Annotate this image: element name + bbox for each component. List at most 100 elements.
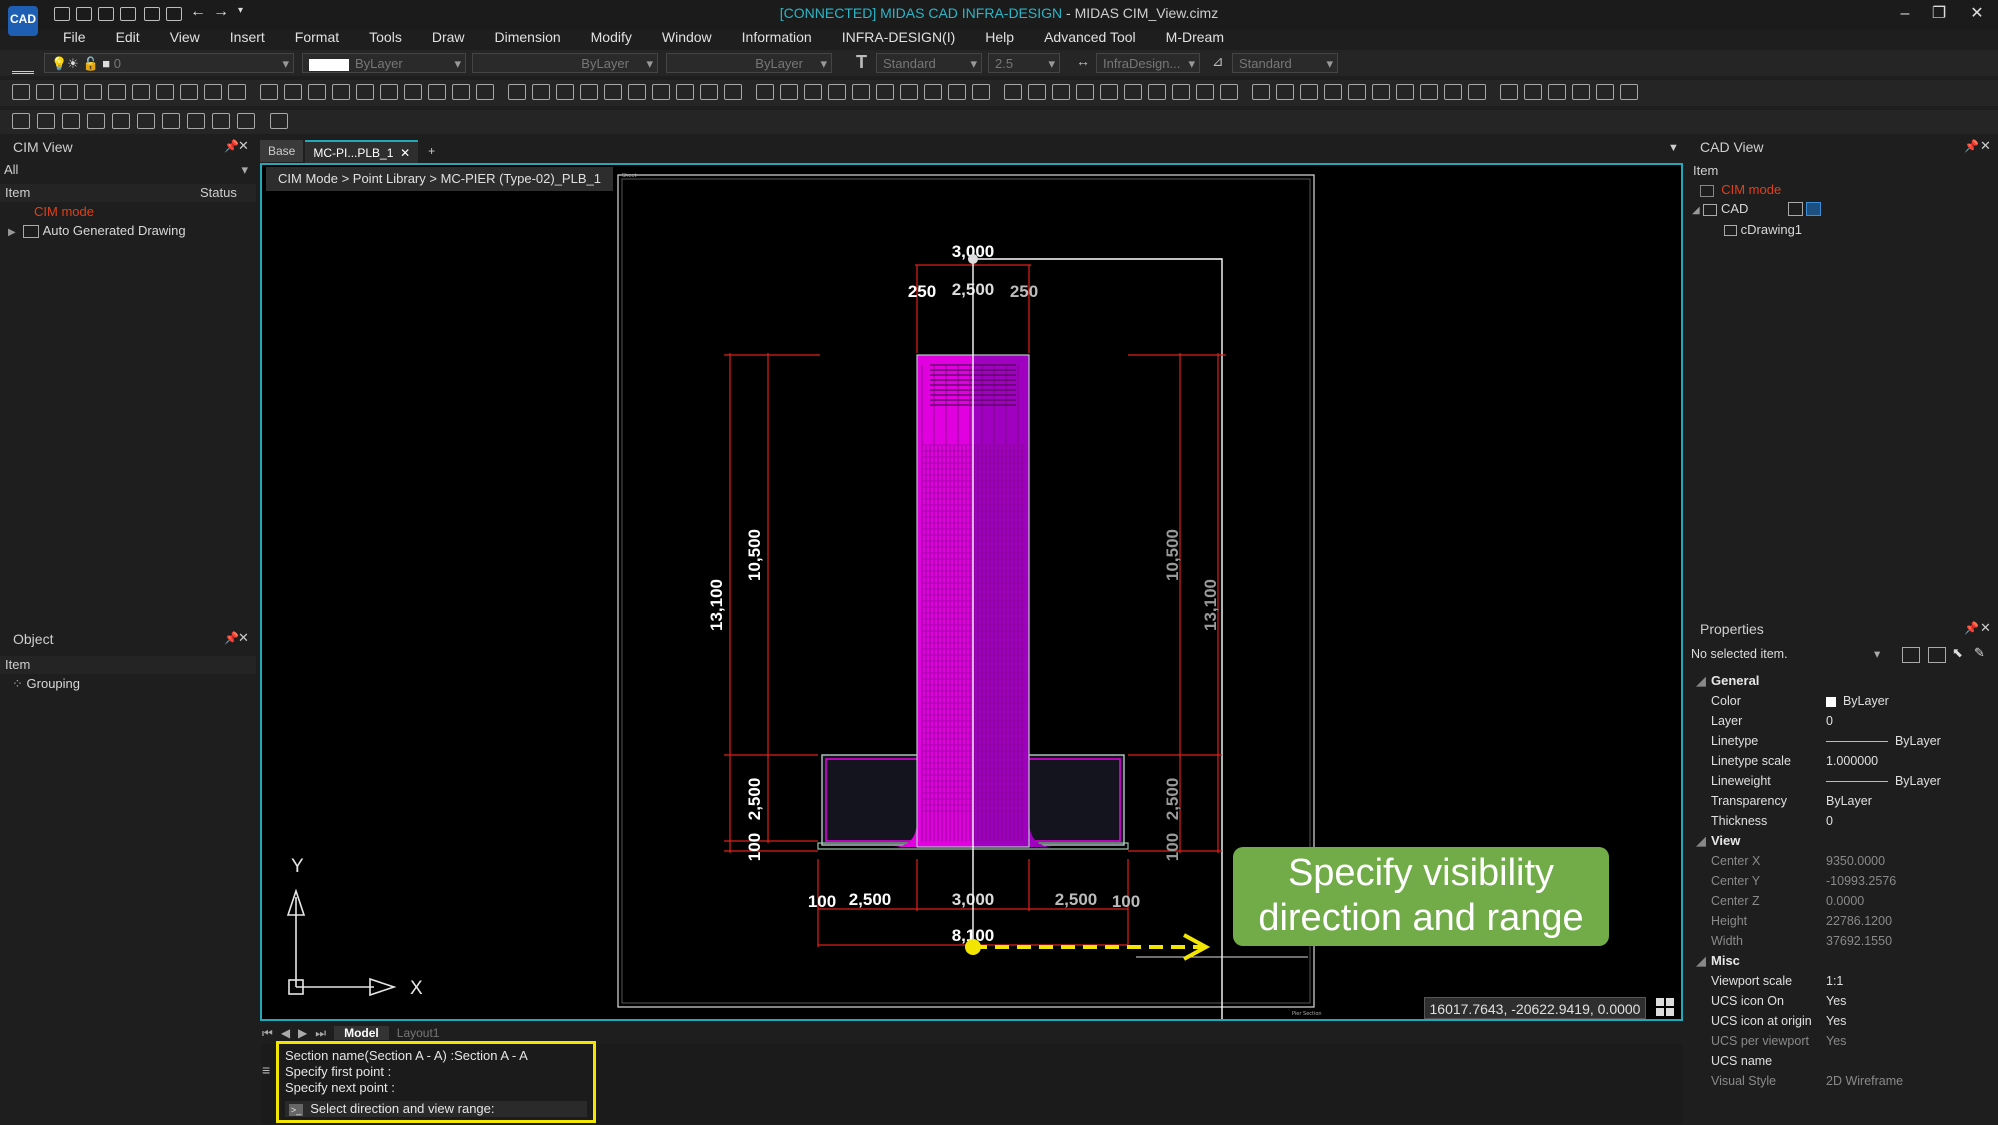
text-height-combo[interactable]: 2.5 <box>988 53 1060 74</box>
tool-button-icon[interactable] <box>260 84 278 100</box>
tool-button-icon[interactable] <box>1444 84 1462 100</box>
tool-button-icon[interactable] <box>676 84 694 100</box>
tool-button-icon[interactable] <box>1220 84 1238 100</box>
tool-button-icon[interactable] <box>332 84 350 100</box>
tool-button-icon[interactable] <box>1124 84 1142 100</box>
tool-button-icon[interactable] <box>1548 84 1566 100</box>
text-style-combo[interactable]: Standard <box>876 53 982 74</box>
restore-button[interactable]: ❐ <box>1922 3 1956 25</box>
tool-button-icon[interactable] <box>1004 84 1022 100</box>
tool-button-icon[interactable] <box>12 113 30 129</box>
minimize-button[interactable]: – <box>1888 3 1922 25</box>
expand-icon[interactable]: ▶ <box>8 227 16 238</box>
prev-layout-icon[interactable]: ◀ <box>281 1026 290 1040</box>
layer-combo[interactable]: 💡☀ 🔓 ■ 0 <box>44 53 294 74</box>
match-properties-icon[interactable]: ✎ <box>1974 645 1985 661</box>
tool-button-icon[interactable] <box>972 84 990 100</box>
tree-item-auto-generated-drawing[interactable]: ▶ Auto Generated Drawing <box>0 221 256 242</box>
tool-button-icon[interactable] <box>652 84 670 100</box>
dim-style-combo[interactable]: InfraDesign... <box>1096 53 1200 74</box>
cad-tree-cdrawing1[interactable]: cDrawing1 <box>1688 220 1998 239</box>
tab-layout1[interactable]: Layout1 <box>397 1026 440 1040</box>
tool-button-icon[interactable] <box>556 84 574 100</box>
tool-button-icon[interactable] <box>452 84 470 100</box>
tool-button-icon[interactable] <box>852 84 870 100</box>
collapse-icon[interactable]: ◢ <box>1692 205 1700 216</box>
tool-button-icon[interactable] <box>1572 84 1590 100</box>
prop-lineweight[interactable]: Lineweight ByLayer <box>1688 771 1998 791</box>
panel-close-icon[interactable]: ✕ <box>1980 138 1991 154</box>
menu-draw[interactable]: Draw <box>417 26 480 48</box>
tool-button-icon[interactable] <box>84 84 102 100</box>
prop-ucs-icon-on[interactable]: UCS icon On Yes <box>1688 991 1998 1011</box>
tool-button-icon[interactable] <box>37 113 55 129</box>
tool-button-icon[interactable] <box>36 84 54 100</box>
tool-button-icon[interactable] <box>1420 84 1438 100</box>
prop-ucs-icon-at-origin[interactable]: UCS icon at origin Yes <box>1688 1011 1998 1031</box>
tool-button-icon[interactable] <box>900 84 918 100</box>
tool-button-icon[interactable] <box>580 84 598 100</box>
pin-icon[interactable]: 📌 <box>1964 621 1979 635</box>
tool-button-icon[interactable] <box>112 113 130 129</box>
cad-tree-cad[interactable]: ◢ CAD <box>1688 199 1998 220</box>
tool-button-icon[interactable] <box>1324 84 1342 100</box>
tool-button-icon[interactable] <box>1172 84 1190 100</box>
tab-base[interactable]: Base <box>260 140 304 162</box>
tree-item-grouping[interactable]: ⁘ Grouping <box>0 674 256 693</box>
tab-mc-pier[interactable]: MC-PI...PLB_1 ✕ <box>305 140 419 164</box>
command-menu-icon[interactable]: ≡ <box>262 1062 270 1078</box>
linetype-combo[interactable]: ByLayer <box>472 53 658 74</box>
tool-button-icon[interactable] <box>308 84 326 100</box>
prop-thickness[interactable]: Thickness 0 <box>1688 811 1998 831</box>
prop-viewport-scale[interactable]: Viewport scale 1:1 <box>1688 971 1998 991</box>
model-view-icon[interactable] <box>1788 202 1803 216</box>
tool-button-icon[interactable] <box>237 113 255 129</box>
tabs-dropdown-icon[interactable]: ▼ <box>1668 142 1679 154</box>
tool-button-icon[interactable] <box>156 84 174 100</box>
tree-item-cim-mode[interactable]: CIM mode <box>0 202 256 221</box>
pickadd-icon[interactable]: ⬉ <box>1952 645 1963 661</box>
tool-button-icon[interactable] <box>1300 84 1318 100</box>
tool-button-icon[interactable] <box>1620 84 1638 100</box>
menu-edit[interactable]: Edit <box>101 26 155 48</box>
prop-layer[interactable]: Layer 0 <box>1688 711 1998 731</box>
panel-close-icon[interactable]: ✕ <box>238 138 249 154</box>
table-style-combo[interactable]: Standard <box>1232 53 1338 74</box>
tool-button-icon[interactable] <box>724 84 742 100</box>
command-input[interactable]: >_ Select direction and view range: <box>285 1101 587 1117</box>
section-misc[interactable]: ◢ Misc <box>1688 951 1998 971</box>
tool-button-icon[interactable] <box>132 84 150 100</box>
tool-button-icon[interactable] <box>180 84 198 100</box>
tool-button-icon[interactable] <box>187 113 205 129</box>
tool-button-icon[interactable] <box>108 84 126 100</box>
pin-icon[interactable]: 📌 <box>224 631 239 645</box>
tool-button-icon[interactable] <box>62 113 80 129</box>
tool-button-icon[interactable] <box>1500 84 1518 100</box>
menu-advanced-tool[interactable]: Advanced Tool <box>1029 26 1151 48</box>
close-button[interactable]: ✕ <box>1960 3 1994 25</box>
prop-color[interactable]: Color ByLayer <box>1688 691 1998 711</box>
menu-tools[interactable]: Tools <box>354 26 417 48</box>
menu-file[interactable]: File <box>48 26 101 48</box>
panel-close-icon[interactable]: ✕ <box>238 630 249 646</box>
tool-button-icon[interactable] <box>1372 84 1390 100</box>
tool-button-icon[interactable] <box>1148 84 1166 100</box>
tool-button-icon[interactable] <box>1196 84 1214 100</box>
tool-button-icon[interactable] <box>628 84 646 100</box>
cim-filter-select[interactable]: All ▾ <box>0 160 256 180</box>
layer-manager-icon[interactable] <box>12 55 34 74</box>
tool-button-icon[interactable] <box>828 84 846 100</box>
tool-button-icon[interactable] <box>604 84 622 100</box>
tool-button-icon[interactable] <box>876 84 894 100</box>
tool-button-icon[interactable] <box>948 84 966 100</box>
prop-ucs-name[interactable]: UCS name <box>1688 1051 1998 1071</box>
tool-button-icon[interactable] <box>508 84 526 100</box>
tool-button-icon[interactable] <box>87 113 105 129</box>
pin-icon[interactable]: 📌 <box>224 139 239 153</box>
menu-help[interactable]: Help <box>970 26 1029 48</box>
lineweight-combo[interactable]: ByLayer <box>666 53 832 74</box>
tool-button-icon[interactable] <box>1100 84 1118 100</box>
tool-button-icon[interactable] <box>212 113 230 129</box>
tool-button-icon[interactable] <box>804 84 822 100</box>
tool-button-icon[interactable] <box>1276 84 1294 100</box>
